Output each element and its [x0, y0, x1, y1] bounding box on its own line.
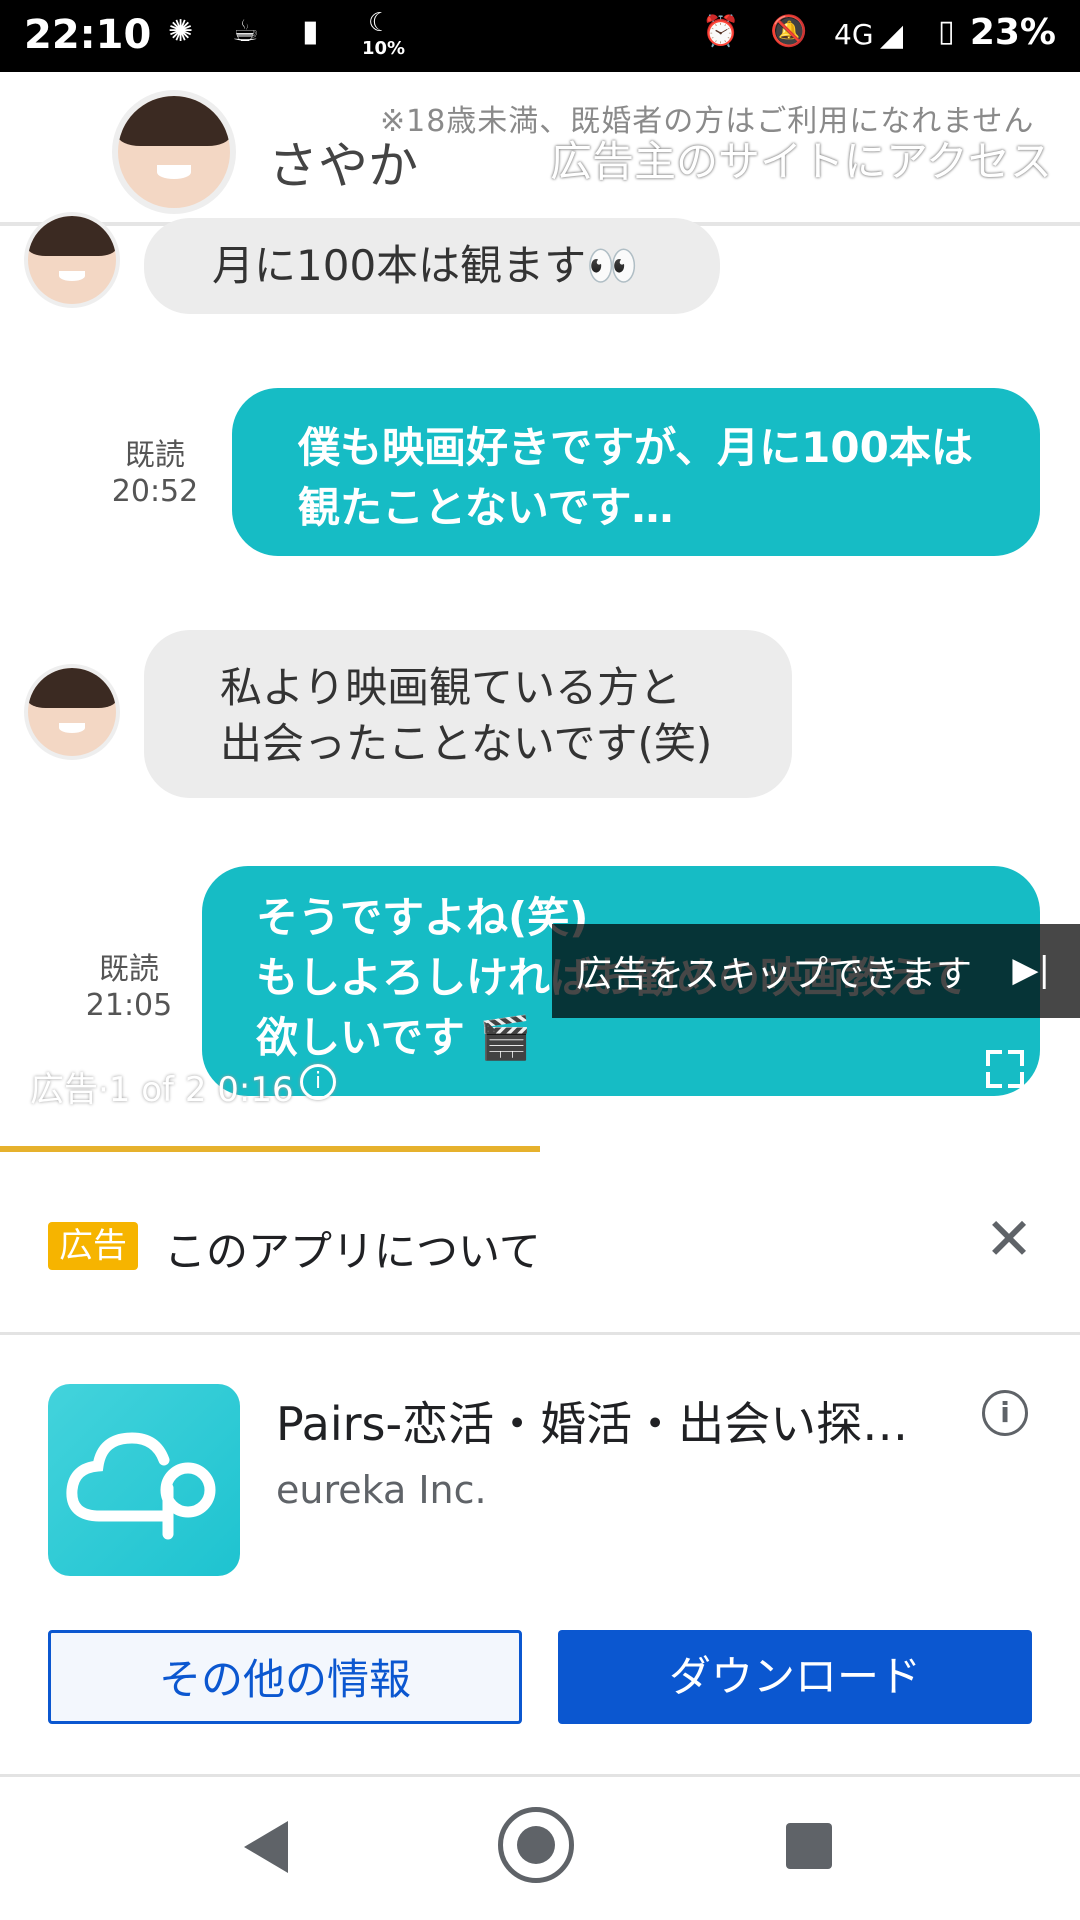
- battery-icon: ▯: [938, 14, 955, 49]
- chat-header: さやか ※18歳未満、既婚者の方はご利用になれません 広告主のサイトにアクセス: [0, 72, 1080, 226]
- message-line: 出会ったことないです(笑): [220, 719, 713, 768]
- battery-percent: 23%: [969, 12, 1056, 53]
- divider: [0, 1332, 1080, 1335]
- app-name: Pairs-恋活・婚活・出会い探…: [276, 1397, 909, 1451]
- ad-badge: 広告: [48, 1222, 138, 1270]
- brightness-icon: ✺: [168, 14, 194, 49]
- video-ad-player[interactable]: さやか ※18歳未満、既婚者の方はご利用になれません 広告主のサイトにアクセス …: [0, 72, 1080, 1152]
- message-text: 月に100本は観ます👀: [212, 241, 639, 290]
- status-bar: 22:10 ✺ ☕ ▮ ☾ 10% ⏰ 🔕 4G ◢ ▯ 23%: [0, 0, 1080, 72]
- message-line: 観たことないです…: [298, 483, 674, 532]
- message-time: 20:52: [111, 474, 199, 509]
- bell-off-icon: 🔕: [770, 14, 808, 49]
- skip-ad-button[interactable]: 広告をスキップできます ▶|: [552, 924, 1080, 1018]
- ad-info-header: 広告 このアプリについて ✕: [0, 1192, 1080, 1332]
- signal-icon: ◢: [880, 18, 904, 53]
- fullscreen-icon[interactable]: [986, 1050, 1024, 1088]
- pairs-logo-icon: [66, 1432, 216, 1540]
- alarm-icon: ⏰: [702, 14, 740, 49]
- battery-saver-icon: ▮: [302, 14, 319, 49]
- network-type: 4G: [834, 18, 874, 51]
- avatar: [24, 212, 120, 308]
- skip-next-icon: ▶|: [1012, 950, 1050, 990]
- recents-icon[interactable]: [786, 1823, 832, 1869]
- read-receipt: 既読 20:52: [110, 438, 200, 510]
- avatar: [24, 664, 120, 760]
- read-label: 既読: [99, 952, 159, 987]
- app-developer: eureka Inc.: [276, 1468, 487, 1512]
- avatar: [112, 90, 236, 214]
- close-icon[interactable]: ✕: [984, 1210, 1034, 1268]
- moon-icon: ☾: [368, 8, 392, 38]
- chat-bubble-received: 私より映画観ている方と 出会ったことないです(笑): [144, 630, 792, 798]
- more-info-button[interactable]: その他の情報: [48, 1630, 522, 1724]
- ad-progress-fill: [0, 1146, 540, 1152]
- read-label: 既読: [125, 438, 185, 473]
- ad-progress-bar: [0, 1146, 1080, 1152]
- home-icon[interactable]: [498, 1807, 574, 1883]
- ad-counter: 広告·1 of 2 0:16: [30, 1070, 294, 1110]
- read-receipt: 既読 21:05: [84, 952, 174, 1024]
- info-icon[interactable]: i: [982, 1390, 1028, 1436]
- ad-info-title: このアプリについて: [164, 1227, 541, 1276]
- chat-bubble-received: 月に100本は観ます👀: [144, 218, 720, 314]
- app-icon[interactable]: [48, 1384, 240, 1576]
- navigation-bar: [0, 1777, 1080, 1920]
- status-time: 22:10: [24, 12, 152, 58]
- back-icon[interactable]: [244, 1821, 288, 1873]
- drink-icon: ☕: [232, 14, 259, 49]
- download-button[interactable]: ダウンロード: [558, 1630, 1032, 1724]
- moon-percent: 10%: [362, 38, 406, 59]
- message-time: 21:05: [85, 988, 173, 1023]
- message-line: 私より映画観ている方と: [220, 663, 682, 712]
- skip-ad-label: 広告をスキップできます: [576, 954, 973, 995]
- message-line: 僕も映画好きですが、月に100本は: [298, 423, 973, 472]
- chat-bubble-sent: 僕も映画好きですが、月に100本は 観たことないです…: [232, 388, 1040, 556]
- visit-advertiser-link[interactable]: 広告主のサイトにアクセス: [550, 128, 1052, 189]
- info-icon[interactable]: i: [300, 1064, 336, 1100]
